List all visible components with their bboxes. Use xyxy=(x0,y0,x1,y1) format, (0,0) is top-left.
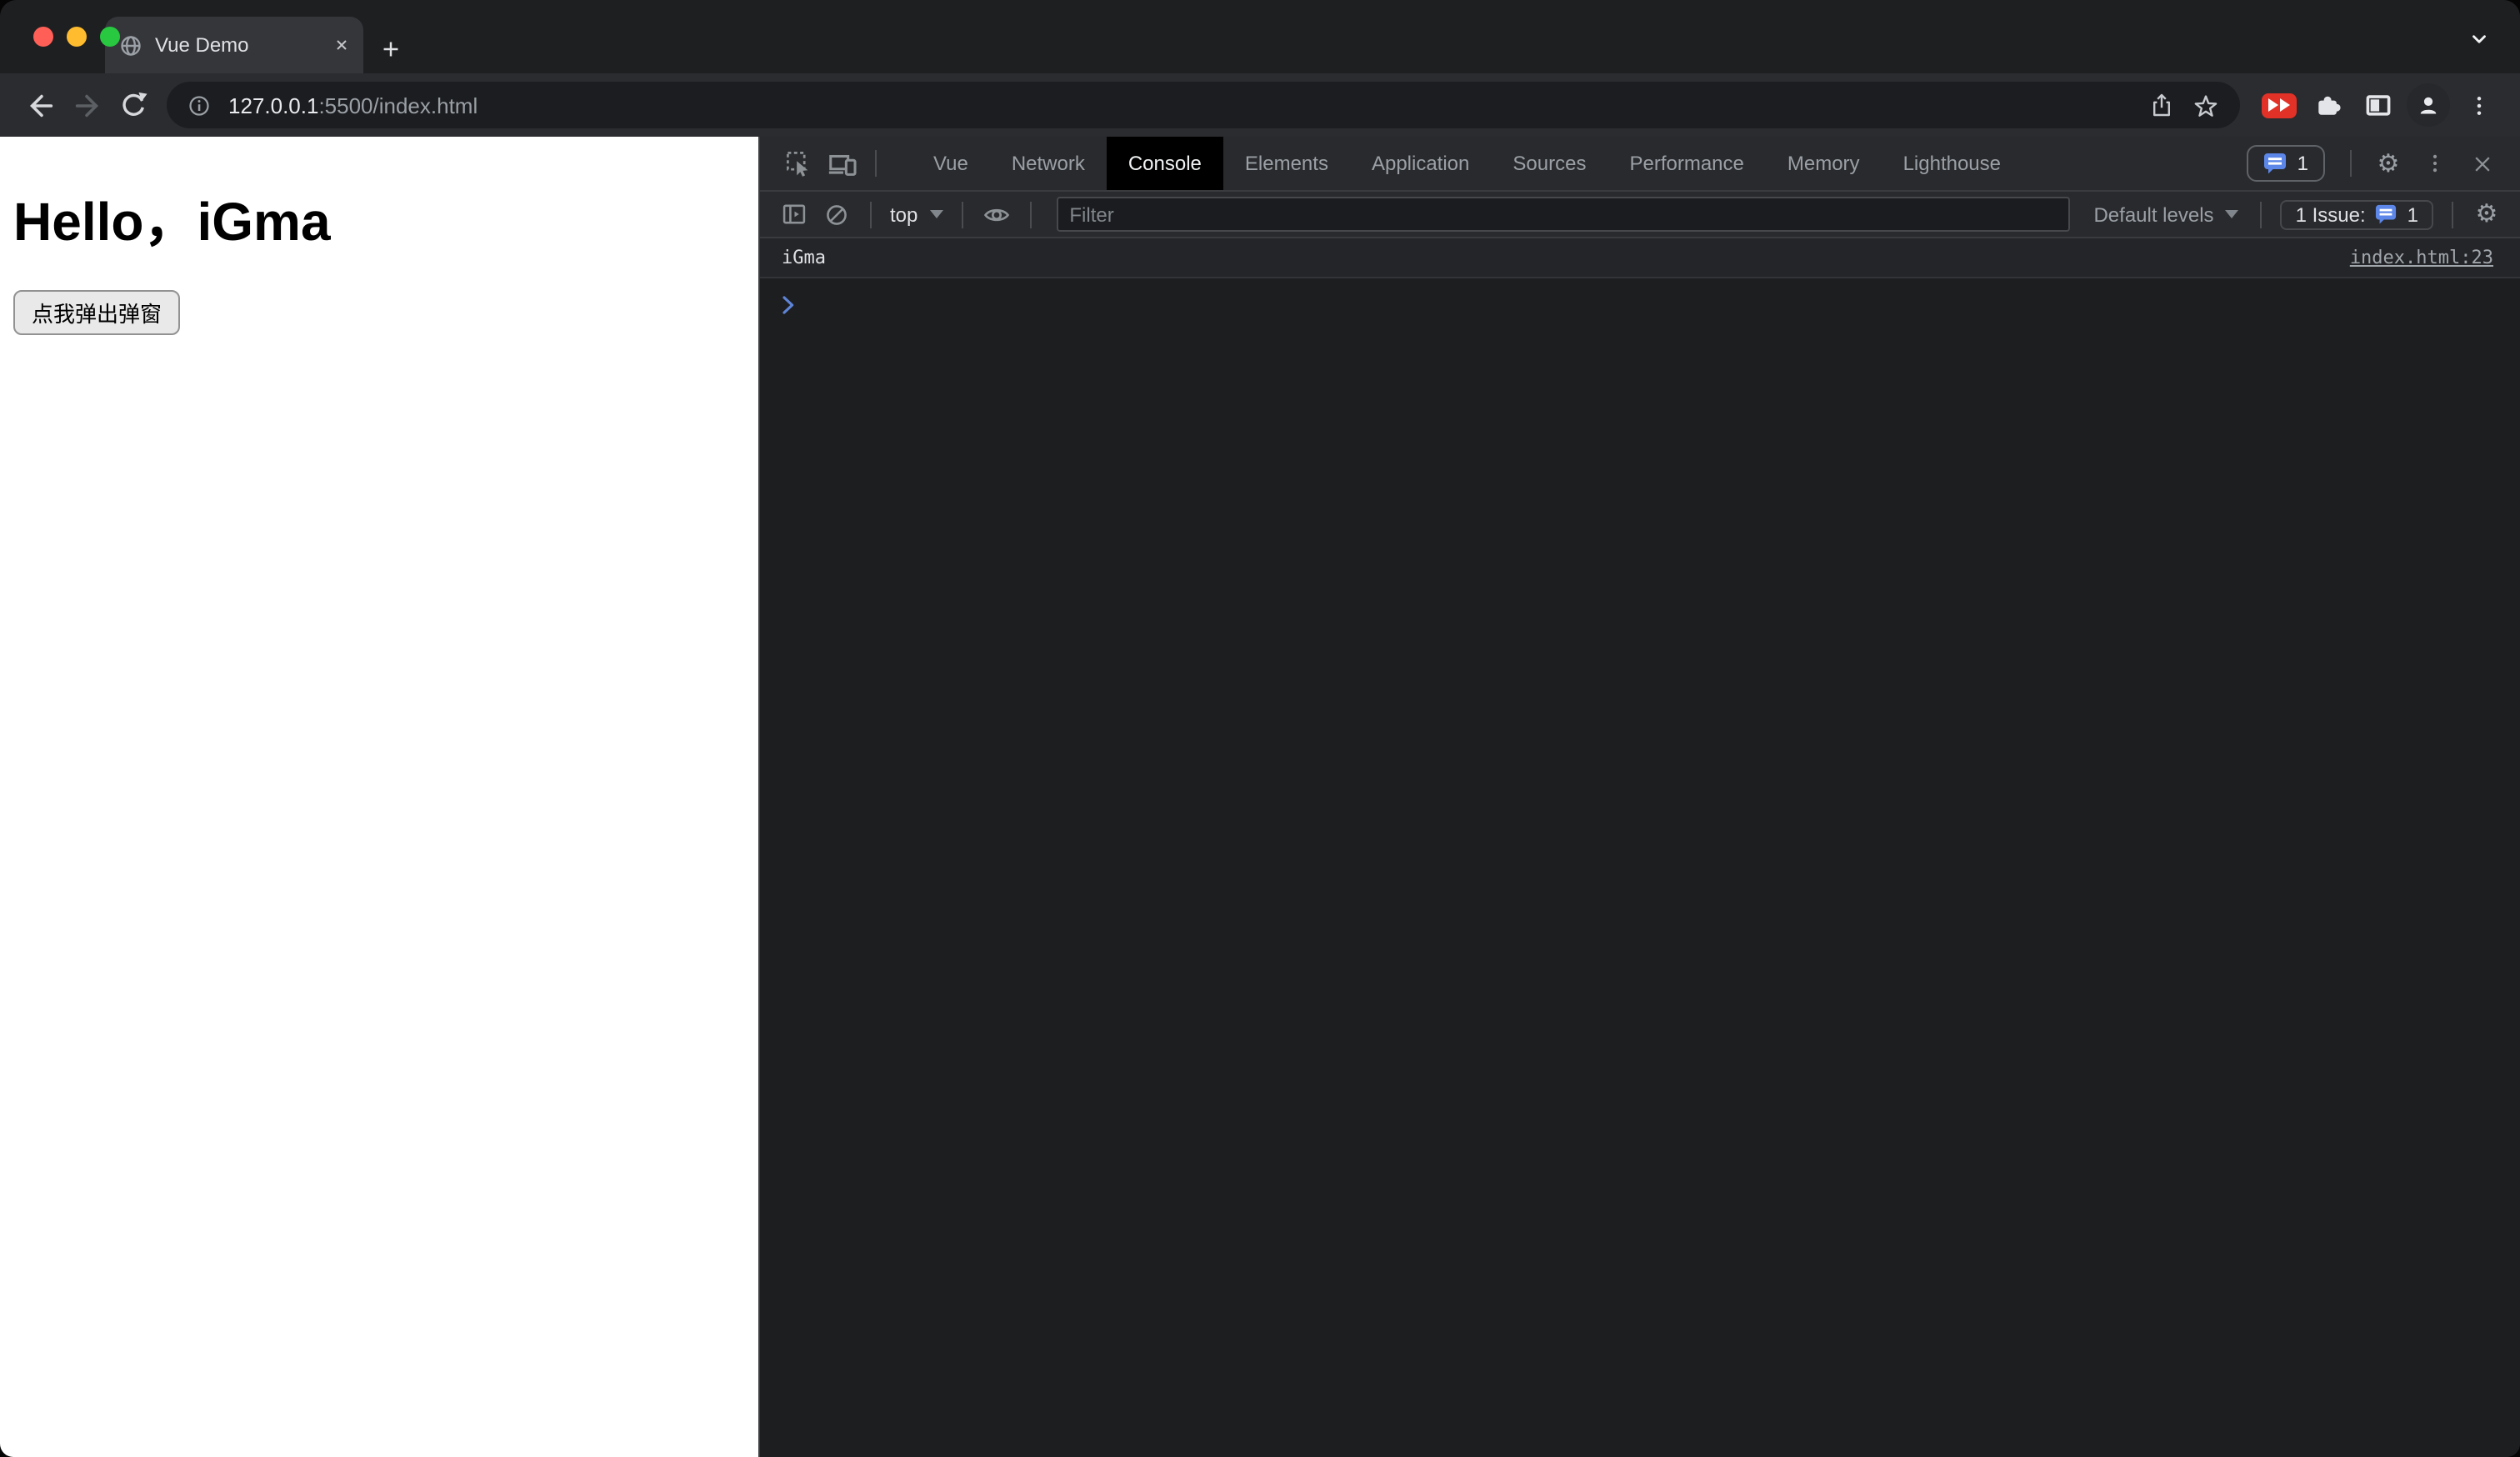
devtools-tab-bar: Vue Network Console Elements Application… xyxy=(760,137,2520,192)
close-window-button[interactable] xyxy=(33,27,53,47)
tab-lighthouse[interactable]: Lighthouse xyxy=(1882,137,2022,190)
log-levels-dropdown[interactable]: Default levels xyxy=(2083,203,2248,226)
new-tab-button[interactable] xyxy=(380,38,402,60)
kebab-menu-icon[interactable] xyxy=(2413,142,2457,185)
popup-button[interactable]: 点我弹出弹窗 xyxy=(13,290,181,335)
zoom-window-button[interactable] xyxy=(100,27,120,47)
back-button[interactable] xyxy=(17,82,63,128)
forward-button xyxy=(63,82,110,128)
tab-console[interactable]: Console xyxy=(1106,137,1223,190)
issue-counter-text: 1 Issue: xyxy=(2295,203,2366,226)
console-toolbar: top Default levels 1 xyxy=(760,192,2520,238)
traffic-lights xyxy=(33,27,120,47)
chevron-down-icon xyxy=(929,210,943,218)
console-log-text: iGma xyxy=(782,247,826,268)
close-devtools-icon[interactable] xyxy=(2460,142,2503,185)
address-bar[interactable]: 127.0.0.1:5500/index.html xyxy=(167,82,2240,128)
gear-icon[interactable]: ⚙ xyxy=(2367,142,2410,185)
close-tab-icon[interactable] xyxy=(333,37,350,53)
screenshot-stage: Vue Demo 127.0.0.1:5500/index.html Hello… xyxy=(0,0,2520,1457)
browser-toolbar: 127.0.0.1:5500/index.html xyxy=(0,73,2520,137)
web-page: Hello，iGma 点我弹出弹窗 xyxy=(0,137,758,1457)
console-source-link[interactable]: index.html:23 xyxy=(2350,247,2493,268)
console-prompt-icon xyxy=(782,295,795,315)
globe-icon xyxy=(118,33,143,58)
reload-button[interactable] xyxy=(110,82,157,128)
bookmark-star-icon[interactable] xyxy=(2192,91,2220,119)
tab-network[interactable]: Network xyxy=(990,137,1107,190)
divider xyxy=(870,201,872,228)
tab-elements[interactable]: Elements xyxy=(1223,137,1350,190)
profile-icon xyxy=(2407,83,2450,127)
browser-tab[interactable]: Vue Demo xyxy=(105,17,363,73)
tab-strip: Vue Demo xyxy=(0,0,2520,73)
site-info-icon[interactable] xyxy=(187,93,212,118)
console-sidebar-icon[interactable] xyxy=(772,193,815,236)
issues-count: 1 xyxy=(2297,152,2308,175)
eye-icon[interactable] xyxy=(974,193,1018,236)
profile-avatar[interactable] xyxy=(2403,80,2453,130)
tab-title: Vue Demo xyxy=(155,33,249,57)
clear-console-icon[interactable] xyxy=(815,193,858,236)
issues-chat-icon xyxy=(2264,152,2288,175)
divider xyxy=(2350,150,2352,177)
tab-vue[interactable]: Vue xyxy=(912,137,990,190)
url-host: 127.0.0.1 xyxy=(228,93,319,118)
context-selector[interactable]: top xyxy=(883,203,949,226)
url-text: 127.0.0.1:5500/index.html xyxy=(228,93,2132,118)
divider xyxy=(875,150,877,177)
share-icon[interactable] xyxy=(2148,92,2175,118)
issues-counter-badge[interactable]: 1 xyxy=(2247,145,2325,182)
issue-counter-pill[interactable]: 1 Issue: 1 xyxy=(2280,199,2433,229)
devtools-panel: Vue Network Console Elements Application… xyxy=(758,137,2520,1457)
content-area: Hello，iGma 点我弹出弹窗 Vue Network Console El… xyxy=(0,137,2520,1457)
chevron-down-icon xyxy=(2225,210,2239,218)
puzzle-icon[interactable] xyxy=(2303,80,2353,130)
issue-counter-count: 1 xyxy=(2407,203,2418,226)
divider xyxy=(2260,201,2262,228)
page-heading: Hello，iGma xyxy=(13,192,331,252)
devtools-tabbar-actions: 1 ⚙ xyxy=(2247,142,2503,185)
devtools-tabs: Vue Network Console Elements Application… xyxy=(912,137,2022,190)
gear-icon[interactable]: ⚙ xyxy=(2465,193,2508,236)
filter-input[interactable] xyxy=(1056,197,2071,232)
issues-chat-icon xyxy=(2376,203,2398,225)
tab-memory[interactable]: Memory xyxy=(1766,137,1882,190)
console-log-row: iGma index.html:23 xyxy=(760,238,2520,278)
minimize-window-button[interactable] xyxy=(67,27,87,47)
tab-performance[interactable]: Performance xyxy=(1608,137,1765,190)
log-levels-label: Default levels xyxy=(2093,203,2214,226)
side-panel-icon[interactable] xyxy=(2353,80,2403,130)
kebab-menu-icon[interactable] xyxy=(2453,80,2503,130)
tab-application[interactable]: Application xyxy=(1350,137,1491,190)
tab-sources[interactable]: Sources xyxy=(1491,137,1608,190)
url-path: :5500/index.html xyxy=(318,93,478,118)
divider xyxy=(2452,201,2453,228)
youtube-icon[interactable] xyxy=(2253,80,2303,130)
tab-search-chevron-icon[interactable] xyxy=(2468,28,2490,50)
inspect-icon[interactable] xyxy=(777,142,820,185)
context-label: top xyxy=(890,203,918,226)
divider xyxy=(1029,201,1032,228)
divider xyxy=(961,201,963,228)
device-toolbar-icon[interactable] xyxy=(820,142,863,185)
console-prompt[interactable] xyxy=(760,278,2520,320)
console-messages: iGma index.html:23 xyxy=(760,238,2520,1457)
browser-window: Vue Demo 127.0.0.1:5500/index.html Hello… xyxy=(0,0,2520,1457)
